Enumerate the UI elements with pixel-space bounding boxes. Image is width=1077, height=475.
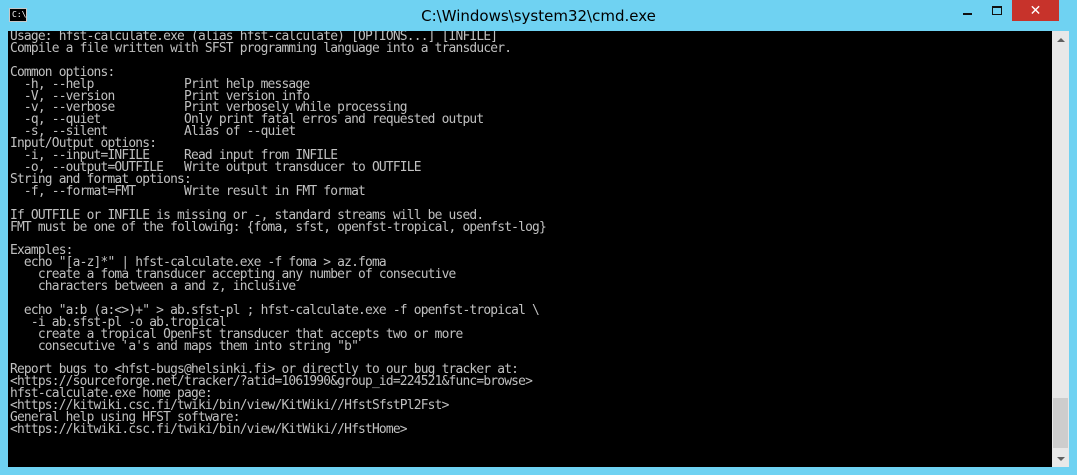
minimize-icon (962, 13, 972, 15)
cmd-window: C:\ C:\Windows\system32\cmd.exe ✕ Usage:… (0, 0, 1077, 475)
maximize-button[interactable] (983, 0, 1010, 21)
scroll-up-button[interactable] (1052, 31, 1069, 48)
close-button[interactable]: ✕ (1012, 0, 1059, 21)
console-output[interactable]: Usage: hfst-calculate.exe (alias hfst-ca… (8, 31, 1052, 467)
console-text: Usage: hfst-calculate.exe (alias hfst-ca… (10, 31, 547, 437)
arrow-up-icon (1056, 37, 1065, 42)
console-line: <https://kitwiki.csc.fi/twiki/bin/view/K… (10, 421, 408, 437)
window-border-right (1069, 31, 1077, 475)
console-line: FMT must be one of the following: {foma,… (10, 219, 547, 235)
console-line: consecutive 'a's and maps them into stri… (10, 338, 359, 354)
vertical-scrollbar[interactable] (1052, 31, 1069, 467)
arrow-down-icon (1056, 456, 1065, 461)
maximize-icon (991, 6, 1002, 15)
close-icon: ✕ (1029, 2, 1042, 19)
scrollbar-thumb[interactable] (1053, 398, 1068, 448)
title-bar[interactable]: C:\ C:\Windows\system32\cmd.exe ✕ (0, 0, 1077, 32)
minimize-button[interactable] (953, 0, 981, 21)
cmd-icon[interactable]: C:\ (9, 8, 27, 22)
window-border-bottom (0, 467, 1077, 475)
scroll-down-button[interactable] (1052, 450, 1069, 467)
cmd-icon-label: C:\ (12, 10, 27, 19)
console-line: Compile a file written with SFST program… (10, 40, 512, 56)
console-line: characters between a and z, inclusive (10, 279, 296, 295)
window-title: C:\Windows\system32\cmd.exe (421, 7, 656, 25)
console-line: -f, --format=FMT Write result in FMT for… (10, 183, 366, 199)
